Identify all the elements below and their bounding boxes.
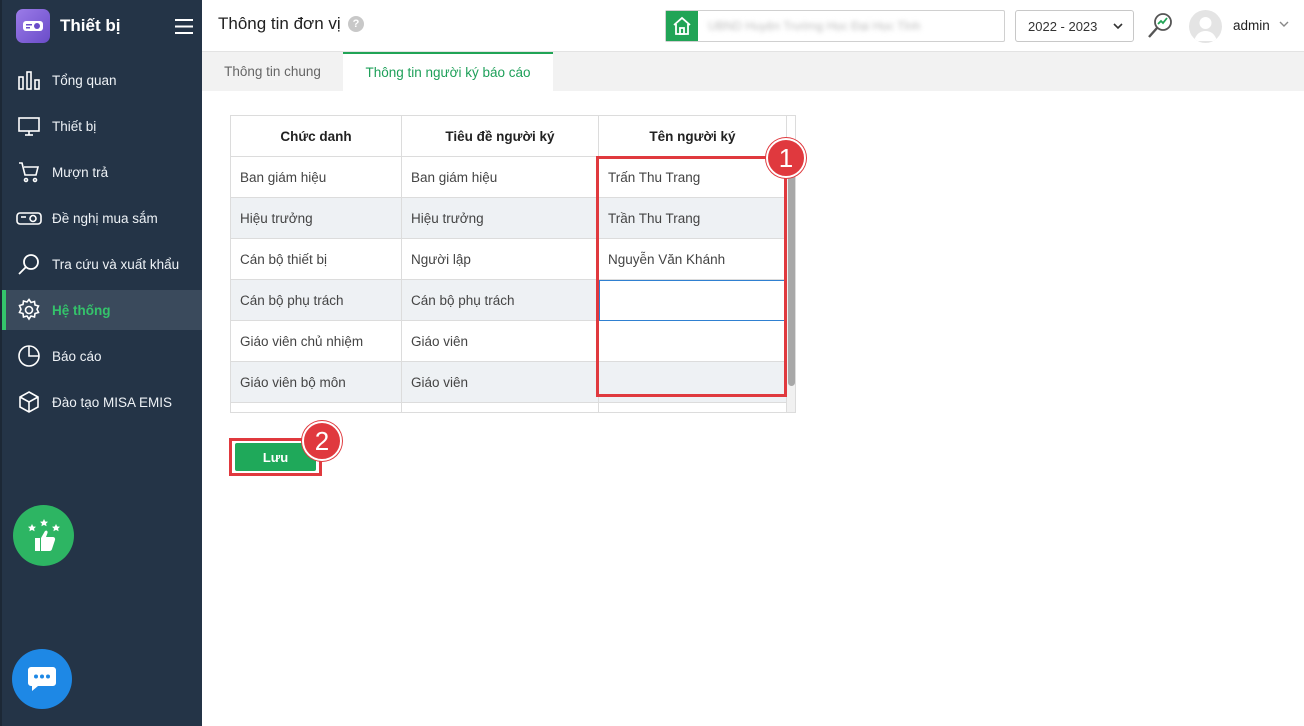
tab-thong-tin-chung[interactable]: Thông tin chung: [202, 52, 343, 91]
sidebar-item-label: Hệ thống: [52, 302, 111, 318]
unit-name: UBND Huyện Trường Học Đại Học Tỉnh: [708, 19, 921, 33]
sidebar-item-de-nghi-mua-sam[interactable]: Đề nghị mua sắm: [2, 198, 202, 238]
sidebar-item-label: Tổng quan: [52, 72, 117, 88]
hamburger-menu-icon[interactable]: [166, 18, 202, 34]
step-badge-2: 2: [302, 421, 342, 461]
column-header-tieu-de: Tiêu đề người ký: [402, 116, 599, 157]
monitor-icon: [16, 113, 42, 139]
school-year-select[interactable]: 2022 - 2023: [1015, 10, 1134, 42]
cell-chuc-danh: Giáo viên bộ môn: [231, 362, 402, 403]
sidebar-item-label: Báo cáo: [52, 348, 102, 364]
column-header-chuc-danh: Chức danh: [231, 116, 402, 157]
cell-tieu-de: Ban giám hiệu: [402, 157, 599, 198]
gear-icon: [16, 297, 42, 323]
sidebar-item-thiet-bi[interactable]: Thiết bị: [2, 106, 202, 146]
dashboard-icon: [16, 67, 42, 93]
cell-tieu-de: Hiệu trưởng: [402, 198, 599, 239]
sidebar-item-he-thong[interactable]: Hệ thống: [2, 290, 202, 330]
cell-empty: [231, 403, 402, 412]
column-header-ten-nguoi-ky: Tên người ký: [599, 116, 787, 157]
cell-empty: [599, 403, 787, 412]
highlight-signer-column: [596, 156, 787, 397]
page-title: Thông tin đơn vị: [218, 14, 341, 33]
cell-chuc-danh: Ban giám hiệu: [231, 157, 402, 198]
cell-tieu-de: Cán bộ phụ trách: [402, 280, 599, 321]
app-title: Thiết bị: [60, 16, 121, 35]
sidebar-item-bao-cao[interactable]: Báo cáo: [2, 336, 202, 376]
school-year-value: 2022 - 2023: [1028, 18, 1098, 34]
cell-empty: [402, 403, 599, 412]
app-logo-icon: [16, 9, 50, 43]
cell-tieu-de: Người lập: [402, 239, 599, 280]
cell-chuc-danh: Hiệu trưởng: [231, 198, 402, 239]
step-badge-1: 1: [766, 138, 806, 178]
cell-chuc-danh: Giáo viên chủ nhiệm: [231, 321, 402, 362]
cell-tieu-de: Giáo viên: [402, 362, 599, 403]
chat-bubble-icon: [28, 667, 56, 691]
sidebar-item-dao-tao[interactable]: Đào tạo MISA EMIS: [2, 382, 202, 422]
thumbs-up-stars-icon: [27, 518, 60, 551]
search-analytics-icon[interactable]: [1146, 12, 1174, 43]
table-header: Chức danh Tiêu đề người ký Tên người ký: [231, 116, 787, 157]
cell-chuc-danh: Cán bộ phụ trách: [231, 280, 402, 321]
tab-bar: Thông tin chung Thông tin người ký báo c…: [202, 52, 1304, 91]
user-chevron-down-icon[interactable]: [1278, 18, 1290, 30]
rate-thumbs-up-button[interactable]: [13, 505, 74, 566]
cart-icon: [16, 159, 42, 185]
pie-chart-icon: [16, 343, 42, 369]
help-icon[interactable]: ?: [348, 16, 364, 32]
sidebar: Thiết bị Tổng quan Thiết bị Mượn trả Đề …: [0, 0, 202, 726]
sidebar-header: Thiết bị: [2, 0, 202, 52]
unit-selector[interactable]: UBND Huyện Trường Học Đại Học Tỉnh: [665, 10, 1005, 42]
table-row-partial: [231, 403, 787, 412]
home-icon: [666, 11, 698, 41]
top-header: Thông tin đơn vị ? UBND Huyện Trường Học…: [202, 0, 1304, 52]
cube-icon: [16, 389, 42, 415]
sidebar-item-label: Tra cứu và xuất khẩu: [52, 256, 180, 272]
sidebar-item-tong-quan[interactable]: Tổng quan: [2, 60, 202, 100]
sidebar-menu: Tổng quan Thiết bị Mượn trả Đề nghị mua …: [2, 60, 202, 422]
sidebar-item-label: Thiết bị: [52, 118, 97, 134]
projector-icon: [16, 205, 42, 231]
scrollbar-thumb[interactable]: [788, 174, 795, 386]
sidebar-item-label: Đào tạo MISA EMIS: [52, 394, 173, 410]
chat-support-button[interactable]: [12, 649, 72, 709]
cell-chuc-danh: Cán bộ thiết bị: [231, 239, 402, 280]
username[interactable]: admin: [1233, 18, 1270, 33]
sidebar-item-tra-cuu[interactable]: Tra cứu và xuất khẩu: [2, 244, 202, 284]
cell-tieu-de: Giáo viên: [402, 321, 599, 362]
avatar[interactable]: [1189, 10, 1222, 43]
sidebar-item-muon-tra[interactable]: Mượn trả: [2, 152, 202, 192]
sidebar-item-label: Đề nghị mua sắm: [52, 210, 158, 226]
sidebar-item-label: Mượn trả: [52, 164, 109, 180]
chevron-down-icon: [1113, 23, 1123, 30]
search-icon: [16, 251, 42, 277]
tab-thong-tin-nguoi-ky[interactable]: Thông tin người ký báo cáo: [343, 52, 553, 91]
